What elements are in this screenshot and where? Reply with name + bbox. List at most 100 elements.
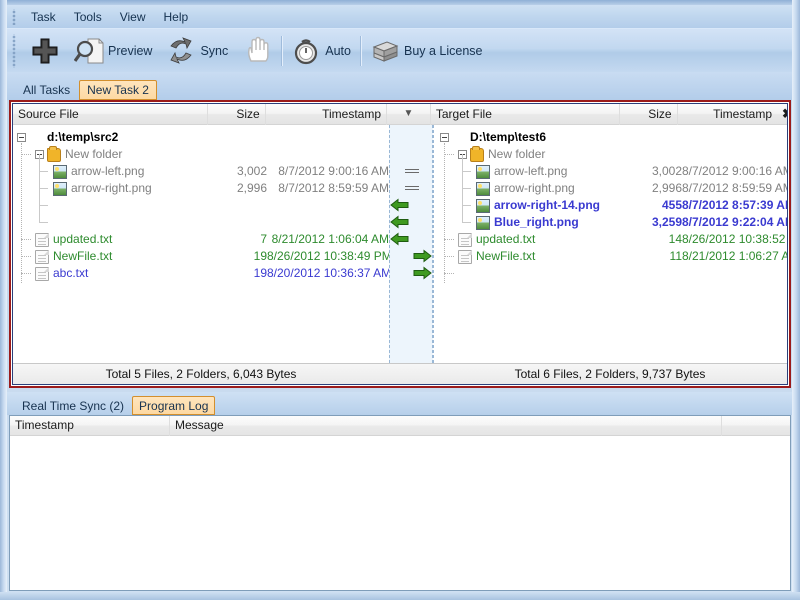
menu-task[interactable]: Task	[22, 8, 65, 26]
menu-view[interactable]: View	[111, 8, 155, 26]
window-frame-bottom	[0, 592, 800, 600]
target-totals: Total 6 Files, 2 Folders, 9,737 Bytes	[514, 367, 706, 381]
file-timestamp-cell	[682, 146, 786, 163]
window-frame-left	[0, 0, 7, 600]
file-name-cell: arrow-right-14.png	[476, 197, 600, 214]
tree-expander-icon[interactable]	[17, 133, 26, 142]
toolbar-auto-button[interactable]: Auto	[284, 31, 358, 71]
log-header-timestamp[interactable]: Timestamp	[10, 416, 170, 436]
bottom-tab-real-time-sync-2[interactable]: Real Time Sync (2)	[15, 396, 131, 415]
file-timestamp-cell	[682, 265, 786, 282]
menu-tools[interactable]: Tools	[65, 8, 111, 26]
folder-icon	[470, 145, 484, 162]
sync-arrow-left-icon[interactable]	[390, 215, 410, 229]
target-file-list[interactable]: D:\temp\test6 New folder arrow-left.png 3,0…	[433, 125, 787, 363]
toolbar-add-button[interactable]	[23, 31, 67, 71]
file-name-label: arrow-left.png	[494, 164, 568, 178]
tree-line	[21, 273, 31, 274]
file-row[interactable]: arrow-right.png 2,996 8/7/2012 8:59:59 AM	[13, 180, 389, 197]
source-file-list[interactable]: d:\temp\src2 New folder arrow-left.png 3,00…	[13, 125, 389, 363]
file-name-label: New folder	[65, 147, 123, 161]
header-target-size[interactable]: Size	[620, 104, 678, 125]
file-row[interactable]: arrow-right-14.png 455 8/7/2012 8:57:39 AM	[434, 197, 787, 214]
totals-bar: Total 5 Files, 2 Folders, 6,043 Bytes To…	[13, 363, 787, 384]
preview-magnifier-icon	[73, 36, 104, 66]
toolbar-drag-handle[interactable]	[10, 33, 19, 68]
toolbar: Preview Sync Auto Buy a License	[7, 28, 792, 72]
file-row[interactable]: abc.txt 19 8/20/2012 10:36:37 AM	[13, 265, 389, 282]
text-file-icon	[35, 249, 49, 264]
file-timestamp-cell: 8/7/2012 9:22:04 AM	[682, 215, 787, 229]
application-window: Task Tools View Help Preview Sync Auto Buy a L…	[0, 0, 800, 600]
toolbar-buy-license-button[interactable]: Buy a License	[363, 31, 490, 71]
file-timestamp-cell: 8/7/2012 8:59:59 AM	[278, 181, 389, 195]
header-source-file[interactable]: Source File	[13, 104, 208, 125]
file-timestamp-cell	[267, 129, 389, 146]
file-row[interactable]: d:\temp\src2	[13, 129, 389, 146]
file-row[interactable]: updated.txt 7 8/21/2012 1:06:04 AM	[13, 231, 389, 248]
file-size-cell: 14	[668, 232, 682, 246]
file-row[interactable]: arrow-left.png 3,002 8/7/2012 9:00:16 AM	[13, 163, 389, 180]
source-totals: Total 5 Files, 2 Folders, 6,043 Bytes	[105, 367, 297, 381]
file-name-cell: d:\temp\src2	[17, 129, 118, 146]
file-size-cell	[209, 146, 267, 163]
menu-drag-handle[interactable]	[10, 8, 20, 25]
log-rows[interactable]	[10, 436, 790, 590]
sync-arrow-left-icon[interactable]	[390, 198, 410, 212]
file-row-placeholder[interactable]	[13, 197, 389, 214]
file-name-label: New folder	[488, 147, 546, 161]
file-name-label: abc.txt	[53, 266, 89, 280]
stopwatch-icon	[291, 36, 321, 66]
file-row-placeholder[interactable]	[434, 265, 787, 282]
toolbar-sync-button[interactable]: Sync	[159, 31, 235, 71]
sync-action-column[interactable]	[389, 125, 433, 363]
file-size-cell: 3,002	[236, 164, 267, 178]
file-timestamp-cell: 8/21/2012 1:06:27 AM	[682, 249, 787, 263]
tree-line	[39, 171, 48, 172]
toolbar-auto-label: Auto	[325, 43, 351, 58]
toolbar-preview-button[interactable]: Preview	[67, 31, 159, 71]
header-source-size[interactable]: Size	[208, 104, 266, 125]
header-source-timestamp[interactable]: Timestamp	[266, 104, 388, 125]
file-name-cell: arrow-right.png	[53, 180, 152, 197]
license-card-icon	[370, 36, 400, 66]
file-row[interactable]: New folder	[13, 145, 389, 163]
image-file-icon	[53, 164, 67, 179]
task-tab-all-tasks[interactable]: All Tasks	[15, 80, 78, 100]
image-file-icon	[476, 215, 490, 230]
file-name-cell: abc.txt	[35, 265, 88, 282]
file-row[interactable]: New folder	[434, 145, 787, 163]
bottom-tab-program-log[interactable]: Program Log	[132, 396, 216, 415]
file-row[interactable]: updated.txt 148/26/2012 10:38:52 PM	[434, 231, 787, 248]
file-row[interactable]: Blue_right.png 3,259 8/7/2012 9:22:04 AM	[434, 214, 787, 231]
file-row-placeholder[interactable]	[13, 214, 389, 231]
task-tab-new-task-2[interactable]: New Task 2	[79, 80, 157, 100]
file-row[interactable]: NewFile.txt 118/21/2012 1:06:27 AM	[434, 248, 787, 265]
text-file-icon	[458, 249, 472, 264]
header-target-timestamp[interactable]: Timestamp	[678, 104, 777, 125]
program-log-pane: Timestamp Message	[9, 415, 791, 591]
file-name-label: NewFile.txt	[53, 249, 113, 263]
close-compare-icon[interactable]: ✖	[777, 104, 787, 125]
file-row[interactable]: D:\temp\test6	[434, 129, 787, 146]
file-name-label: NewFile.txt	[476, 249, 536, 263]
sync-arrow-left-icon[interactable]	[390, 232, 410, 246]
sync-arrow-right-icon[interactable]	[412, 249, 432, 263]
menu-bar: Task Tools View Help	[7, 5, 792, 28]
file-row[interactable]: arrow-right.png 2,996 8/7/2012 8:59:59 AM	[434, 180, 787, 197]
header-target-file[interactable]: Target File	[431, 104, 620, 125]
log-header-message[interactable]: Message	[170, 416, 722, 436]
sync-arrow-right-icon[interactable]	[412, 266, 432, 280]
file-name-cell: arrow-right.png	[476, 180, 575, 197]
log-column-headers: Timestamp Message	[10, 416, 790, 436]
file-row[interactable]: arrow-left.png 3,002 8/7/2012 9:00:16 AM	[434, 163, 787, 180]
file-timestamp-cell: 8/20/2012 10:36:37 AM	[267, 266, 389, 280]
tree-line	[21, 239, 31, 240]
tree-expander-icon[interactable]	[440, 133, 449, 142]
tree-line	[21, 256, 31, 257]
sort-indicator-icon[interactable]: ▼	[387, 104, 431, 125]
file-row[interactable]: NewFile.txt 19 8/26/2012 10:38:49 PM	[13, 248, 389, 265]
plus-icon	[30, 36, 60, 66]
file-size-cell: 2,996	[651, 181, 682, 195]
menu-help[interactable]: Help	[155, 8, 198, 26]
